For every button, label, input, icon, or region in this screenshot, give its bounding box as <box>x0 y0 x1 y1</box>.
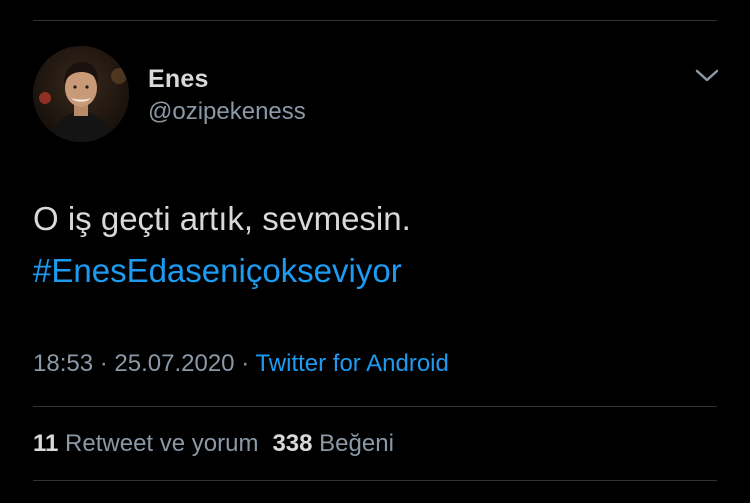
retweets-stat[interactable]: 11 Retweet ve yorum <box>33 430 258 457</box>
tweet-date[interactable]: 25.07.2020 <box>114 350 234 377</box>
hashtag-link[interactable]: #EnesEdaseniçokseviyor <box>33 245 411 297</box>
meta-separator: · <box>241 350 250 377</box>
bottom-divider <box>33 480 717 481</box>
username[interactable]: @ozipekeness <box>148 97 306 127</box>
tweet-stats: 11 Retweet ve yorum 338 Beğeni <box>33 429 394 459</box>
stats-divider <box>33 406 717 407</box>
tweet-body: O iş geçti artık, sevmesin. #EnesEdaseni… <box>33 193 411 297</box>
likes-stat[interactable]: 338 Beğeni <box>272 430 393 457</box>
likes-count: 338 <box>272 430 313 457</box>
top-divider <box>33 20 717 21</box>
user-avatar-photo <box>33 46 129 142</box>
tweet-meta: 18:53 · 25.07.2020 · Twitter for Android <box>33 349 449 379</box>
likes-label: Beğeni <box>319 430 394 457</box>
meta-separator: · <box>99 350 108 377</box>
retweets-count: 11 <box>33 430 59 457</box>
chevron-down-icon[interactable] <box>694 66 720 86</box>
user-info: Enes @ozipekeness <box>148 64 306 127</box>
retweets-label: Retweet ve yorum <box>65 430 259 457</box>
tweet-header: Enes @ozipekeness <box>33 46 720 142</box>
tweet-text: O iş geçti artık, sevmesin. <box>33 200 411 237</box>
tweet-source-link[interactable]: Twitter for Android <box>255 350 448 377</box>
tweet-time[interactable]: 18:53 <box>33 350 93 377</box>
avatar[interactable] <box>33 46 129 142</box>
display-name[interactable]: Enes <box>148 64 306 94</box>
